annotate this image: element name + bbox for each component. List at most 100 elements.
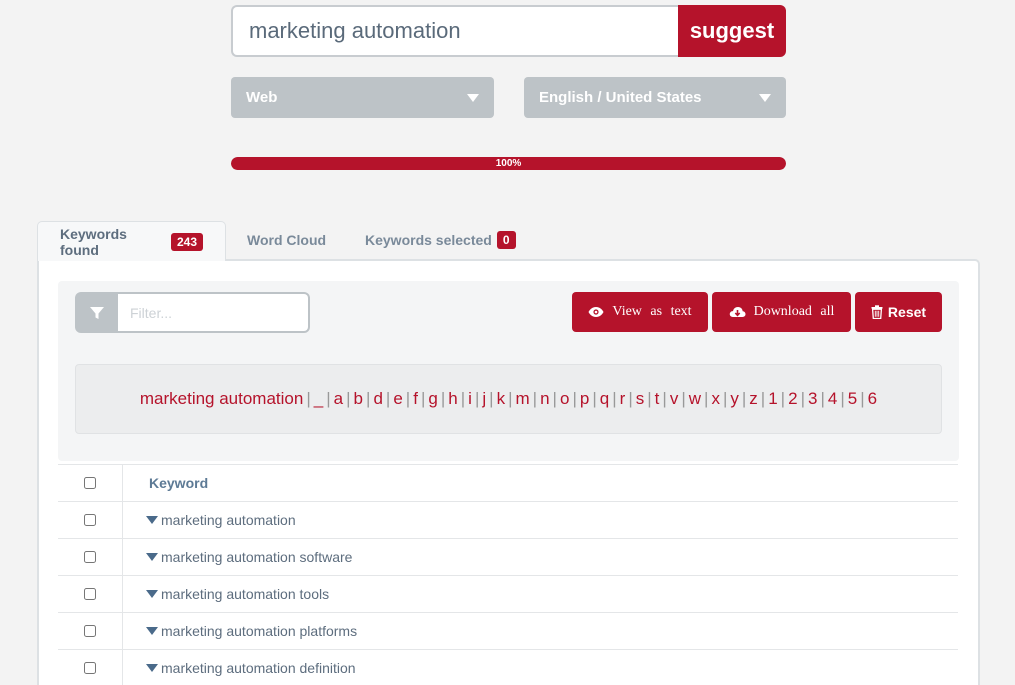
alphabet-separator: |	[326, 389, 331, 408]
alphabet-letter-link[interactable]: a	[334, 389, 343, 408]
alphabet-letter-link[interactable]: b	[354, 389, 363, 408]
alphabet-letter-link[interactable]: y	[730, 389, 739, 408]
tab-keywords-selected[interactable]: Keywords selected 0	[343, 221, 538, 259]
language-select[interactable]: English / United States	[524, 77, 786, 118]
tab-label: Word Cloud	[247, 232, 327, 248]
alphabet-letter-link[interactable]: p	[580, 389, 589, 408]
table-header-row: Keyword	[58, 464, 958, 501]
search-bar: suggest	[231, 5, 786, 57]
source-select[interactable]: Web	[231, 77, 494, 118]
alphabet-letter-link[interactable]: e	[393, 389, 402, 408]
alphabet-letter-link[interactable]: n	[540, 389, 549, 408]
alphabet-letter-link[interactable]: t	[655, 389, 660, 408]
alphabet-separator: |	[860, 389, 865, 408]
alphabet-letter-link[interactable]: q	[600, 389, 609, 408]
alphabet-separator: |	[800, 389, 805, 408]
progress-bar-fill: 100%	[231, 157, 786, 170]
filter-input[interactable]	[118, 292, 310, 333]
alphabet-letter-link[interactable]: f	[413, 389, 418, 408]
alphabet-letter-link[interactable]: z	[749, 389, 758, 408]
select-all-checkbox[interactable]	[84, 477, 96, 489]
language-select-value: English / United States	[539, 89, 702, 106]
keyword-text: marketing automation software	[161, 549, 353, 565]
alphabet-separator: |	[662, 389, 667, 408]
expand-triangle-icon[interactable]	[146, 553, 158, 561]
keyword-text: marketing automation platforms	[161, 623, 358, 639]
expand-triangle-icon[interactable]	[146, 516, 158, 524]
expand-triangle-icon[interactable]	[146, 590, 158, 598]
alphabet-separator: |	[366, 389, 371, 408]
alphabet-separator: |	[722, 389, 728, 408]
trash-icon	[871, 305, 883, 319]
search-input[interactable]	[231, 5, 678, 57]
row-checkbox[interactable]	[84, 662, 96, 674]
alphabet-letter-link[interactable]: w	[689, 389, 701, 408]
alphabet-letter-link[interactable]: x	[711, 389, 720, 408]
progress-label: 100%	[495, 158, 522, 169]
alphabet-letter-link[interactable]: _	[314, 389, 323, 408]
alphabet-letter-link[interactable]: d	[373, 389, 382, 408]
alphabet-separator: |	[420, 389, 426, 408]
table-row: marketing automation software	[58, 538, 958, 575]
alphabet-letter-link[interactable]: 3	[808, 389, 817, 408]
alphabet-letter-link[interactable]: k	[497, 389, 506, 408]
keyword-text: marketing automation tools	[161, 586, 330, 602]
alphabet-separator: |	[474, 389, 480, 408]
alphabet-letter-link[interactable]: 1	[768, 389, 777, 408]
alphabet-letter-link[interactable]: r	[620, 389, 626, 408]
row-checkbox[interactable]	[84, 514, 96, 526]
tab-label: Keywords selected	[365, 232, 492, 248]
expand-triangle-icon[interactable]	[146, 664, 158, 672]
suggest-button[interactable]: suggest	[678, 5, 786, 57]
alphabet-letter-link[interactable]: 6	[868, 389, 877, 408]
table-row: marketing automation definition	[58, 649, 958, 685]
alphabet-separator: |	[460, 389, 466, 408]
alphabet-separator: |	[532, 389, 538, 408]
tab-keywords-found[interactable]: Keywords found 243	[37, 221, 226, 261]
alphabet-letter-link[interactable]: o	[560, 389, 569, 408]
alphabet-separator: |	[552, 389, 557, 408]
alphabet-separator: |	[592, 389, 597, 408]
keywords-found-count-badge: 243	[170, 232, 203, 251]
alphabet-letter-link[interactable]: s	[636, 389, 645, 408]
alphabet-letter-link[interactable]: 4	[828, 389, 837, 408]
alphabet-letter-link[interactable]: v	[670, 389, 679, 408]
alphabet-separator: |	[681, 389, 686, 408]
view-as-text-button[interactable]: View as text	[572, 292, 708, 332]
download-all-label: Download all	[753, 304, 835, 319]
table-body: marketing automation marketing automation…	[58, 501, 958, 685]
alphabet-letter-link[interactable]: m	[515, 389, 529, 408]
alphabet-letter-link[interactable]: h	[448, 389, 457, 408]
progress-bar: 100%	[231, 157, 786, 170]
table-row: marketing automation	[58, 501, 958, 538]
alphabet-base-link[interactable]: marketing automation	[140, 389, 303, 409]
row-checkbox[interactable]	[84, 551, 96, 563]
table-row: marketing automation tools	[58, 575, 958, 612]
filter-field	[75, 292, 310, 333]
tab-label: Keywords found	[60, 225, 127, 258]
keyword-text: marketing automation definition	[161, 660, 356, 676]
download-all-button[interactable]: Download all	[712, 292, 851, 332]
tab-word-cloud[interactable]: Word Cloud	[225, 221, 348, 259]
eye-icon	[588, 307, 604, 317]
row-checkbox[interactable]	[84, 588, 96, 600]
alphabet-separator: |	[405, 389, 411, 408]
reset-button[interactable]: Reset	[855, 292, 942, 332]
alphabet-letter-link[interactable]: 5	[848, 389, 857, 408]
alphabet-separator: |	[489, 389, 494, 408]
expand-triangle-icon[interactable]	[146, 627, 158, 635]
alphabet-separator: |	[780, 389, 786, 408]
source-select-value: Web	[246, 89, 278, 106]
alphabet-separator: |	[704, 389, 709, 408]
alphabet-letter-link[interactable]: g	[428, 389, 437, 408]
alphabet-letter-link[interactable]: 2	[788, 389, 797, 408]
row-checkbox[interactable]	[84, 625, 96, 637]
alphabet-separator: |	[820, 389, 825, 408]
reset-label: Reset	[887, 304, 927, 320]
alphabet-letter-link[interactable]: j	[482, 389, 486, 408]
filter-icon	[75, 292, 118, 333]
alphabet-separator: |	[385, 389, 391, 408]
alphabet-separator: |	[612, 389, 617, 408]
alphabet-letter-link[interactable]: i	[468, 389, 472, 408]
keywords-table: Keyword marketing automation marketing au…	[58, 464, 958, 685]
